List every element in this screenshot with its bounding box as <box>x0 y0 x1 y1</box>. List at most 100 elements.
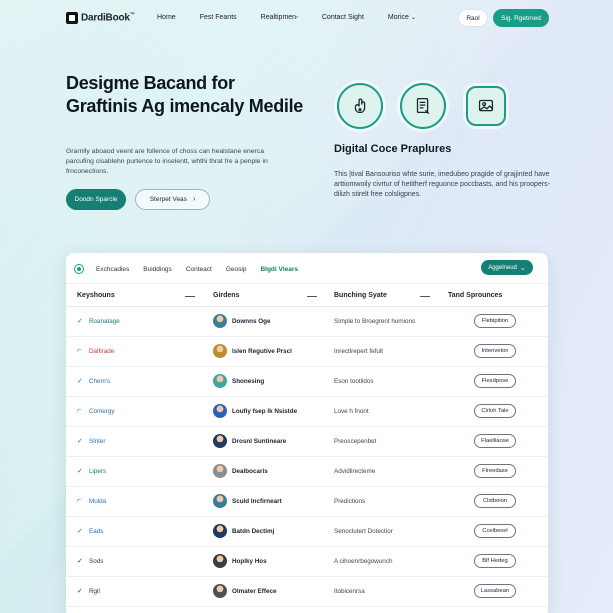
table-header: Keyshouns Girdens Bunching Syate Tand Sp… <box>66 283 548 307</box>
avatar <box>213 314 227 328</box>
column-sort-icon[interactable] <box>420 296 430 298</box>
feature-description: This |tival Bansouriso whte surie, imedu… <box>334 171 550 199</box>
login-button[interactable]: Raol <box>458 9 488 27</box>
tab-exchcadies[interactable]: Exchcadies <box>96 266 129 273</box>
hero-secondary-button[interactable]: Sterpet Veas › <box>135 189 210 210</box>
row-status-pill[interactable]: Flebipition <box>474 314 516 328</box>
table-row[interactable]: ⌐ Comergy Loufiy fsep lk Nsistde Love h fno… <box>66 397 548 427</box>
hero-primary-button[interactable]: Doodn Sparcle <box>66 189 126 210</box>
row-person-name: Downns Oge <box>232 318 271 325</box>
row-status-pill[interactable]: Flreedase <box>474 464 516 478</box>
nav-link-contact[interactable]: Contact Sight <box>322 14 364 21</box>
table-row[interactable]: ⌐ Mulda Sculd Incfirneart Predictions Clstbe… <box>66 487 548 517</box>
row-keyshoun: Mulda <box>89 498 107 505</box>
nav-link-features[interactable]: Fest Feants <box>200 14 237 21</box>
logo-mark-icon <box>66 12 78 24</box>
row-status-pill[interactable]: Flaelliaose <box>474 434 516 448</box>
row-person-name: Sculd Incfirneart <box>232 498 282 505</box>
row-description: Simple to Broegrent humions <box>334 318 416 325</box>
row-description: Predictions <box>334 498 366 505</box>
avatar <box>213 404 227 418</box>
top-navigation: DardiBook™ Home Fest Feants Realtipmenᶻ … <box>0 8 613 32</box>
row-person-name: Loufiy fsep lk Nsistde <box>232 408 298 415</box>
row-status-icon[interactable]: ✓ <box>77 317 83 325</box>
row-keyshoun: Lipers <box>89 468 107 475</box>
table-row[interactable]: ✓ Sods Hoplky Hos A cihoenrbegowunch Blf Hed… <box>66 547 548 577</box>
row-description: Inrectlrepert fefult <box>334 348 383 355</box>
row-status-icon[interactable]: ⌐ <box>77 347 81 354</box>
tab-conteact[interactable]: Conteact <box>186 266 212 273</box>
row-status-icon[interactable]: ✓ <box>77 467 83 475</box>
tab-buiddings[interactable]: Buiddings <box>143 266 172 273</box>
row-status-pill[interactable]: Intenveton <box>474 344 516 358</box>
row-status-icon[interactable]: ⌐ <box>77 407 81 414</box>
row-keyshoun: Rgil <box>89 588 100 595</box>
table-row[interactable]: ✓ Eads Batdn Dectimj Senoclutert Dotectior C… <box>66 517 548 547</box>
row-status-pill[interactable]: Lassabean <box>474 584 516 598</box>
radio-indicator-icon[interactable] <box>74 264 84 274</box>
column-header[interactable]: Bunching Syate <box>334 292 387 299</box>
nav-links: Home Fest Feants Realtipmenᶻ Contact Sig… <box>157 14 440 21</box>
row-description: Itobicenrsa <box>334 588 365 595</box>
row-keyshoun: Slnter <box>89 438 106 445</box>
table-row[interactable]: ✓ Slnter Drosnl Suntineare Preoscepenbet Fla… <box>66 427 548 457</box>
hero-title: Desigme Bacand for Graftinis Ag imencaly… <box>66 73 303 116</box>
row-status-icon[interactable]: ✓ <box>77 527 83 535</box>
table-row[interactable]: ✓ Chem's Shonesing Eson tootlidos Flexdpose <box>66 367 548 397</box>
row-keyshoun: Sods <box>89 558 104 565</box>
row-person-name: Olmater Effece <box>232 588 277 595</box>
avatar <box>213 584 227 598</box>
row-keyshoun: Roanatage <box>89 318 120 325</box>
row-status-pill[interactable]: Clrloh Tale <box>474 404 516 418</box>
column-sort-icon[interactable] <box>185 296 195 298</box>
avatar <box>213 494 227 508</box>
row-status-icon[interactable]: ✓ <box>77 587 83 595</box>
panel-action-label: Aggelneud <box>488 264 517 271</box>
tab-blgdi-vlears[interactable]: Blgdi Vlears <box>260 266 298 273</box>
row-description: Preoscepenbet <box>334 438 377 445</box>
table-row[interactable]: ✓ Rgil Olmater Effece Itobicenrsa Lassabean <box>66 577 548 607</box>
row-keyshoun: Eads <box>89 528 104 535</box>
row-status-icon[interactable]: ✓ <box>77 377 83 385</box>
chevron-down-icon: ⌄ <box>410 15 416 21</box>
row-keyshoun: Chem's <box>89 378 111 385</box>
row-person-name: Dealbocaris <box>232 468 268 475</box>
row-status-icon[interactable]: ⌐ <box>77 497 81 504</box>
row-person-name: Drosnl Suntineare <box>232 438 287 445</box>
row-description: Advidlirecteme <box>334 468 376 475</box>
column-header[interactable]: Girdens <box>213 292 239 299</box>
row-person-name: Batdn Dectimj <box>232 528 275 535</box>
row-status-pill[interactable]: Flexdpose <box>474 374 516 388</box>
signup-button[interactable]: Sig. Rgetrned <box>493 9 549 27</box>
avatar <box>213 554 227 568</box>
row-status-pill[interactable]: Clstbeion <box>474 494 516 508</box>
nav-link-home[interactable]: Home <box>157 14 176 21</box>
column-header[interactable]: Keyshouns <box>77 292 115 299</box>
row-status-pill[interactable]: Ccelbesel <box>474 524 516 538</box>
row-keyshoun: Comergy <box>89 408 115 415</box>
avatar <box>213 344 227 358</box>
row-description: A cihoenrbegowunch <box>334 558 393 565</box>
table-row[interactable]: ⌐ Dalfirade Islen Regutive Prscl Inrectlrep… <box>66 337 548 367</box>
logo-text: DardiBook™ <box>81 12 135 24</box>
feature-title: Digital Coce Praplures <box>334 143 452 155</box>
brand-logo[interactable]: DardiBook™ <box>66 12 135 24</box>
hero-description: Grarnlly aboaod veent are follence of ch… <box>66 148 268 175</box>
chevron-down-icon: ⌄ <box>519 264 526 272</box>
panel-action-button[interactable]: Aggelneud ⌄ <box>481 260 533 275</box>
row-status-pill[interactable]: Blf Hedeg <box>474 554 516 568</box>
nav-link-realtipmen[interactable]: Realtipmenᶻ <box>261 14 298 21</box>
table-row[interactable]: ✓ Lipers Dealbocaris Advidlirecteme Flreedas… <box>66 457 548 487</box>
row-status-icon[interactable]: ✓ <box>77 437 83 445</box>
column-sort-icon[interactable] <box>307 296 317 298</box>
panel-tabs: Exchcadies Buiddings Conteact Geosip Blg… <box>74 261 312 277</box>
row-person-name: Islen Regutive Prscl <box>232 348 292 355</box>
row-description: Senoclutert Dotectior <box>334 528 393 535</box>
row-person-name: Shonesing <box>232 378 265 385</box>
row-status-icon[interactable]: ✓ <box>77 557 83 565</box>
table-row[interactable]: ✓ Roanatage Downns Oge Simple to Broegrent … <box>66 307 548 337</box>
tab-geosip[interactable]: Geosip <box>226 266 247 273</box>
nav-link-more[interactable]: Morice ⌄ <box>388 14 416 21</box>
column-header[interactable]: Tand Sprounces <box>448 292 502 299</box>
row-person-name: Hoplky Hos <box>232 558 267 565</box>
